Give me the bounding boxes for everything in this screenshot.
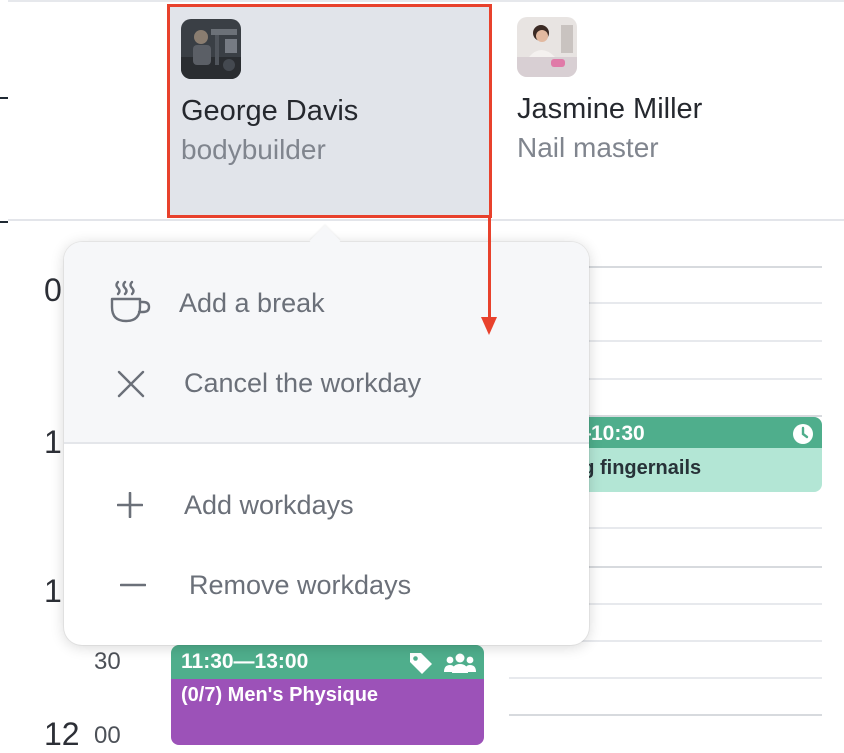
employee-column-jasmine-miller[interactable]: Jasmine Miller Nail master bbox=[505, 4, 835, 218]
clock-icon bbox=[792, 423, 814, 451]
time-label: 00 bbox=[94, 722, 121, 749]
workday-context-menu: Add a break Cancel the workday Add workd… bbox=[64, 225, 589, 645]
menu-item-cancel-workday[interactable]: Cancel the workday bbox=[64, 353, 589, 413]
tag-icon bbox=[408, 651, 434, 681]
event-time: 11:30—13:00 bbox=[181, 650, 309, 673]
annotation-arrow-head bbox=[481, 317, 497, 335]
event-header: —10:30 bbox=[560, 417, 822, 448]
grid-line bbox=[509, 714, 822, 716]
coffee-cup-icon bbox=[108, 279, 152, 325]
grid-line bbox=[509, 677, 822, 679]
time-label: 30 bbox=[94, 648, 121, 675]
left-edge bbox=[0, 0, 8, 740]
menu-item-add-workdays[interactable]: Add workdays bbox=[64, 475, 589, 535]
menu-item-label: Add a break bbox=[179, 287, 325, 318]
menu-item-add-break[interactable]: Add a break bbox=[64, 273, 589, 333]
event-header: 11:30—13:00 bbox=[171, 645, 484, 679]
annotation-arrow-line bbox=[488, 217, 491, 320]
employee-role: bodybuilder bbox=[181, 134, 326, 165]
employee-role: Nail master bbox=[517, 132, 659, 163]
time-label: 0 bbox=[44, 272, 62, 308]
event-title: ng fingernails bbox=[560, 448, 822, 492]
appointment-fingernails[interactable]: —10:30 ng fingernails bbox=[560, 417, 822, 492]
left-edge-mark bbox=[0, 97, 8, 99]
event-title: (0/7) Men's Physique bbox=[171, 679, 484, 745]
employee-name: Jasmine Miller bbox=[517, 93, 703, 125]
time-label: 12 bbox=[44, 716, 80, 752]
left-edge-mark bbox=[0, 221, 8, 223]
menu-divider bbox=[64, 442, 589, 444]
header-divider bbox=[8, 219, 844, 221]
employee-column-george-davis[interactable]: George Davis bodybuilder bbox=[167, 4, 492, 218]
menu-item-label: Remove workdays bbox=[189, 569, 412, 600]
menu-item-label: Cancel the workday bbox=[184, 367, 422, 398]
time-label: 1 bbox=[44, 424, 62, 460]
jasmine-miller-avatar bbox=[517, 17, 577, 77]
plus-icon bbox=[117, 492, 143, 518]
top-border bbox=[8, 0, 844, 2]
close-icon bbox=[116, 369, 146, 399]
employee-name: George Davis bbox=[181, 95, 359, 127]
minus-icon bbox=[120, 583, 146, 587]
group-icon bbox=[444, 651, 476, 681]
time-label: 1 bbox=[44, 573, 62, 609]
george-davis-avatar bbox=[181, 19, 241, 79]
menu-item-remove-workdays[interactable]: Remove workdays bbox=[64, 555, 589, 615]
menu-item-label: Add workdays bbox=[184, 489, 354, 520]
appointment-mens-physique[interactable]: 11:30—13:00 (0/7) Men's Physique bbox=[171, 645, 484, 745]
